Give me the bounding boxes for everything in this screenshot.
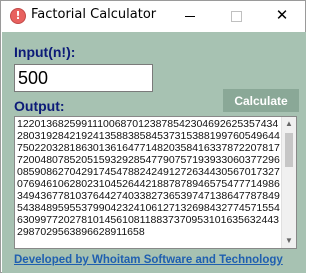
client-area: Input(n!): Calculate Output: 12201368259… <box>2 32 306 273</box>
window-title: Factorial Calculator <box>31 7 157 22</box>
calculate-button[interactable]: Calculate <box>223 89 299 112</box>
maximize-icon <box>230 11 242 23</box>
scroll-down-icon[interactable]: ▼ <box>282 234 296 248</box>
scroll-thumb[interactable] <box>285 133 293 167</box>
minimize-button[interactable] <box>167 1 213 32</box>
minimize-icon <box>185 16 195 18</box>
input-field[interactable] <box>14 64 153 92</box>
output-textarea[interactable]: 1220136825991110068701238785423046926253… <box>14 116 297 249</box>
exclamation-icon: ! <box>10 8 26 24</box>
close-button[interactable]: ✕ <box>259 1 305 32</box>
app-window: ! Factorial Calculator ✕ Input(n!): Calc… <box>0 0 306 273</box>
output-label: Output: <box>14 98 65 114</box>
close-icon: ✕ <box>275 6 289 24</box>
maximize-button <box>213 1 259 32</box>
output-text: 1220136825991110068701238785423046926253… <box>17 118 280 238</box>
title-bar[interactable]: ! Factorial Calculator ✕ <box>1 1 305 32</box>
developer-link[interactable]: Developed by Whoitam Software and Techno… <box>14 254 283 266</box>
scroll-up-icon[interactable]: ▲ <box>282 117 296 131</box>
input-label: Input(n!): <box>14 44 76 60</box>
output-scrollbar[interactable]: ▲ ▼ <box>281 117 296 248</box>
